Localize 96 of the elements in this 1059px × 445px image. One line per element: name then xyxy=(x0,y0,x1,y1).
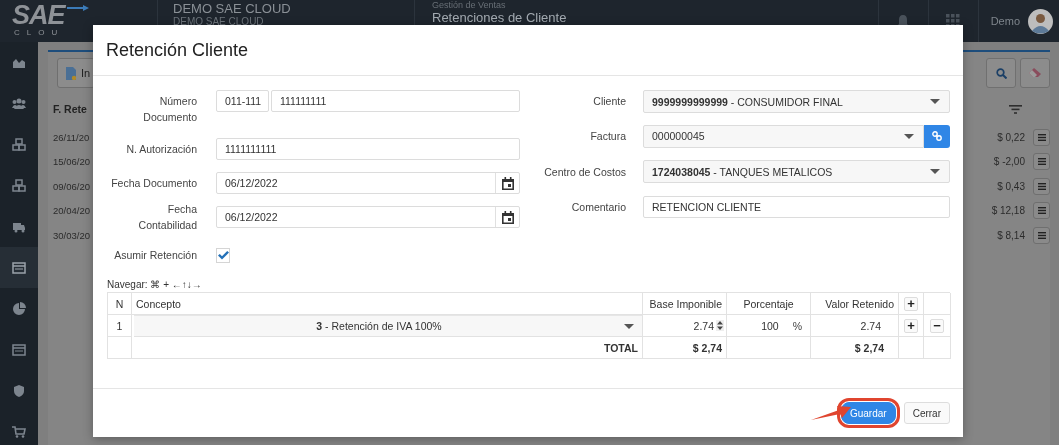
total-label: TOTAL xyxy=(132,337,643,359)
field-label: Comentario xyxy=(570,199,626,215)
total-cell: $ 2,74 xyxy=(811,337,899,359)
column-header: Porcentaje xyxy=(727,293,811,315)
logo-swoosh-icon xyxy=(66,4,89,12)
date-cell-text: 30/03/20 xyxy=(53,228,91,243)
boxes-icon xyxy=(12,137,26,152)
calendar-icon xyxy=(501,210,514,224)
field-label: Cliente xyxy=(592,94,626,109)
card-icon xyxy=(12,342,26,357)
date-cell-text: 26/11/20 xyxy=(53,130,91,145)
card-icon xyxy=(12,260,26,275)
menu-icon xyxy=(1037,182,1046,190)
amount-cell: $ 0,22 xyxy=(997,131,1025,143)
text-field[interactable]: RETENCION CLIENTE xyxy=(643,195,950,218)
column-header: N xyxy=(108,293,132,315)
avatar xyxy=(1028,8,1053,34)
spinner-icon xyxy=(716,320,724,331)
shield-icon xyxy=(12,383,26,398)
date-field[interactable]: 06/12/2022 xyxy=(216,172,520,194)
close-button[interactable]: Cerrar xyxy=(903,402,950,424)
amount-cell: $ 0,43 xyxy=(997,180,1025,192)
eraser-button[interactable] xyxy=(1020,58,1050,88)
text-field[interactable]: 1111111111 xyxy=(216,138,520,160)
users-icon xyxy=(12,96,26,111)
number-field[interactable]: 111111111 xyxy=(271,90,520,112)
row-menu-button[interactable] xyxy=(1033,226,1050,244)
concept-select[interactable]: 3 - Retención de IVA 100% xyxy=(134,315,643,337)
select-field[interactable]: 9999999999999 - CONSUMIDOR FINAL xyxy=(643,90,950,113)
sidebar-item[interactable] xyxy=(0,247,38,288)
menu-icon xyxy=(1037,231,1046,239)
caret-down-icon xyxy=(930,99,940,104)
column-header: F. Rete xyxy=(53,102,88,117)
toolbar-button[interactable]: In xyxy=(57,58,95,88)
cart-icon xyxy=(12,424,26,439)
table-cell: 2.74 xyxy=(811,315,899,337)
row-menu-button[interactable] xyxy=(1033,177,1050,195)
unit-label: % xyxy=(792,319,802,332)
field-label: Número Documento xyxy=(142,94,197,125)
remove-row-button[interactable]: − xyxy=(930,318,944,333)
annotation-arrow xyxy=(811,404,851,420)
eraser-icon xyxy=(1029,68,1041,78)
column-header: Base Imponible xyxy=(643,293,727,315)
document-icon xyxy=(66,66,76,80)
percent-field[interactable]: 100 xyxy=(761,319,779,332)
select-field[interactable]: 1724038045 - TANQUES METALICOS xyxy=(643,160,950,183)
caret-down-icon xyxy=(624,323,634,329)
caret-down-icon xyxy=(904,133,914,139)
table-cell: 1 xyxy=(108,315,132,337)
field-label: Factura xyxy=(589,129,626,144)
company-name: DEMO SAE CLOUD xyxy=(173,2,292,16)
date-cell-text: 09/06/20 xyxy=(53,179,91,194)
row-menu-button[interactable] xyxy=(1033,202,1050,220)
logo-text: SAE xyxy=(12,2,65,28)
column-header: Valor Retenido xyxy=(811,293,899,315)
row-menu-button[interactable] xyxy=(1033,153,1050,171)
company-subtitle: DEMO SAE CLOUD xyxy=(173,16,265,27)
logo-subtext: CLOU xyxy=(14,28,65,38)
check-icon xyxy=(217,250,229,260)
menu-icon xyxy=(1037,133,1046,141)
add-row-button[interactable]: + xyxy=(904,318,918,333)
field-label: Fecha Documento xyxy=(110,176,197,191)
date-cell-text: 15/06/20 xyxy=(53,155,91,170)
amount-cell: $ 12,18 xyxy=(991,205,1025,217)
series-field[interactable]: 011-111 xyxy=(216,90,269,112)
select-field[interactable]: 000000045 xyxy=(643,124,924,148)
boxes-icon xyxy=(12,178,26,193)
module-name: Gestión de Ventas xyxy=(432,0,507,11)
caret-down-icon xyxy=(930,169,940,174)
menu-icon xyxy=(1037,207,1046,215)
pie-chart-icon xyxy=(12,301,26,316)
link-icon xyxy=(932,131,942,141)
amount-cell: $ 8,14 xyxy=(997,229,1025,241)
date-cell-text: 20/04/20 xyxy=(53,204,91,219)
calendar-icon xyxy=(501,176,514,190)
dialog-title: Retención Cliente xyxy=(106,39,249,61)
amount-field[interactable]: 2.74 xyxy=(643,315,727,337)
add-row-button[interactable]: + xyxy=(904,296,918,311)
amount-cell: $ -2,00 xyxy=(993,156,1025,168)
field-label: Asumir Retención xyxy=(113,248,197,263)
menu-icon xyxy=(1037,158,1046,166)
search-icon xyxy=(995,67,1007,79)
date-field[interactable]: 06/12/2022 xyxy=(216,206,520,228)
row-menu-button[interactable] xyxy=(1033,128,1050,146)
navigation-hint: Navegar: ⌘ + ←↑↓→ xyxy=(107,279,203,291)
apps-grid-icon[interactable] xyxy=(946,14,961,28)
filter-icon xyxy=(1009,104,1022,114)
user-name[interactable]: Demo xyxy=(990,15,1020,27)
total-cell: $ 2,74 xyxy=(643,337,727,359)
checkbox[interactable] xyxy=(216,247,230,263)
field-label: Fecha Contabilidad xyxy=(137,202,197,233)
field-label: N. Autorización xyxy=(125,142,197,157)
search-button[interactable] xyxy=(986,58,1016,88)
link-button[interactable] xyxy=(924,124,950,148)
page-title: Retenciones de Cliente xyxy=(432,11,568,24)
field-label: Centro de Costos xyxy=(543,164,626,180)
